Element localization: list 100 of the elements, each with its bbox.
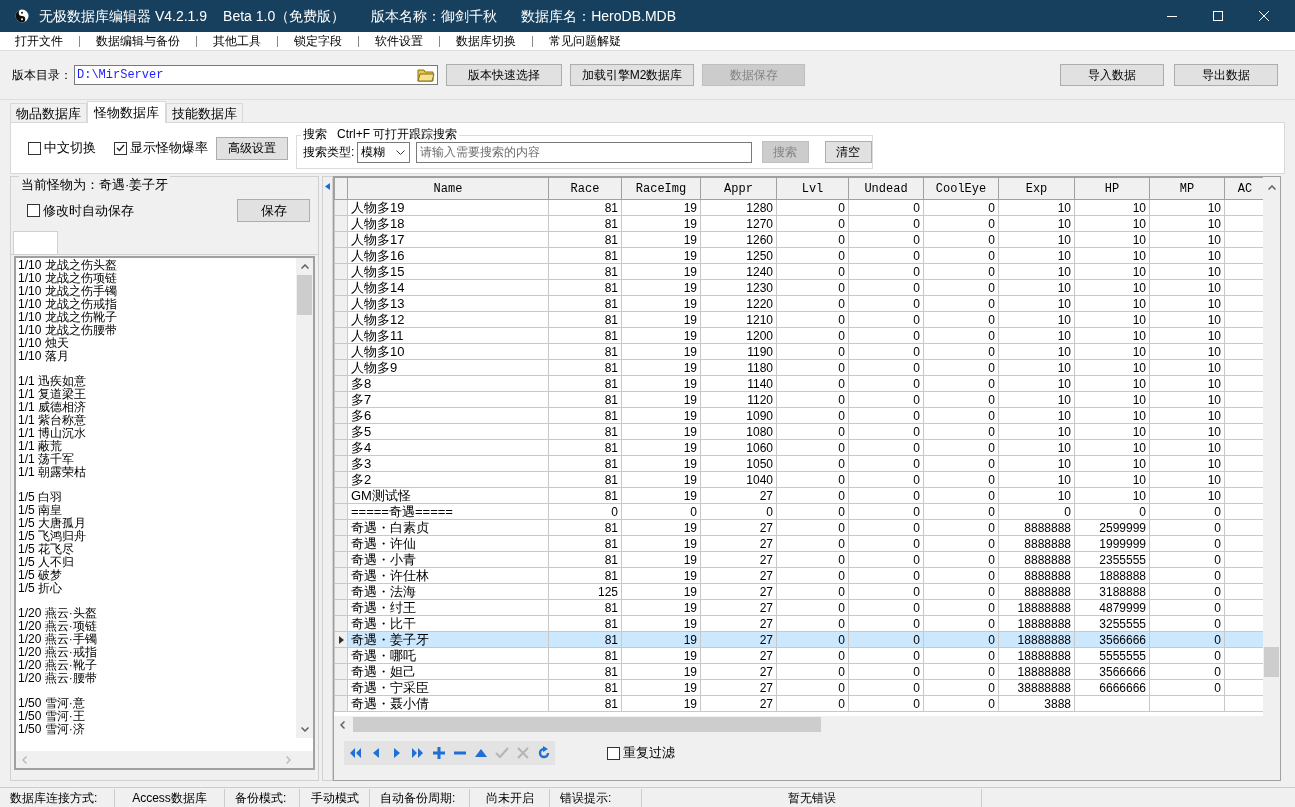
plus-icon[interactable] <box>432 746 446 760</box>
drop-list-item[interactable]: 1/1 紫台称意 <box>18 414 296 427</box>
column-header[interactable]: Lvl <box>776 177 849 200</box>
scroll-up-icon[interactable] <box>1267 185 1276 190</box>
scrollbar-thumb[interactable] <box>297 275 312 315</box>
table-cell: 81 <box>548 263 622 280</box>
drop-list-item[interactable]: 1/1 蔽荒 <box>18 440 296 453</box>
checkbox-option[interactable]: 显示怪物爆率 <box>114 138 208 158</box>
table-cell: 多8 <box>347 375 549 392</box>
column-header[interactable]: CoolEye <box>923 177 999 200</box>
toolbar-button[interactable]: 版本快速选择 <box>446 64 562 86</box>
scrollbar-thumb[interactable] <box>1264 647 1279 677</box>
drop-list-item[interactable]: 1/20 燕云·手镯 <box>18 633 296 646</box>
toolbar-button[interactable]: 导出数据 <box>1174 64 1278 86</box>
column-header[interactable]: MP <box>1149 177 1225 200</box>
checkbox-option[interactable]: 修改时自动保存 <box>27 200 134 221</box>
checkbox-option[interactable]: 重复过滤 <box>607 743 675 763</box>
drop-list-item[interactable]: 1/50 雪河·王 <box>18 710 296 723</box>
column-header[interactable]: Name <box>347 177 549 200</box>
drop-list-item[interactable]: 1/5 折心 <box>18 582 296 595</box>
table-cell: 19 <box>621 663 701 680</box>
table-cell: 0 <box>1149 647 1225 664</box>
table-cell: 0 <box>848 679 924 696</box>
drop-list-item[interactable]: 1/20 燕云·戒指 <box>18 646 296 659</box>
drop-list-item[interactable]: 1/20 燕云·头盔 <box>18 607 296 620</box>
last-record-icon[interactable] <box>411 746 425 760</box>
menu-item[interactable]: 数据编辑与备份 <box>96 32 180 50</box>
drop-list-item[interactable]: 1/10 龙战之伤手镯 <box>18 285 296 298</box>
vertical-scrollbar[interactable] <box>296 258 313 738</box>
table-cell: 10 <box>998 375 1075 392</box>
drop-list-item[interactable]: 1/50 雪河·济 <box>18 723 296 736</box>
column-header[interactable]: RaceImg <box>621 177 701 200</box>
checkbox-option[interactable]: 中文切换 <box>28 138 96 158</box>
drop-list-item[interactable]: 1/10 龙战之伤靴子 <box>18 311 296 324</box>
drop-list-item[interactable]: 1/5 南皇 <box>18 504 296 517</box>
advanced-settings-button[interactable]: 高级设置 <box>216 136 288 160</box>
table-cell: 1080 <box>700 423 777 440</box>
drop-list-item[interactable]: 1/10 龙战之伤戒指 <box>18 298 296 311</box>
table-cell: 6666666 <box>1074 679 1150 696</box>
save-button[interactable]: 保存 <box>237 199 310 222</box>
menu-item[interactable]: 数据库切换 <box>456 32 516 50</box>
column-header[interactable]: AC <box>1224 177 1264 200</box>
tab[interactable]: 怪物数据库 <box>87 101 166 123</box>
tab[interactable]: 物品数据库 <box>10 103 87 122</box>
column-header[interactable]: Undead <box>848 177 924 200</box>
column-header[interactable]: Exp <box>998 177 1075 200</box>
scrollbar-thumb[interactable] <box>353 717 821 732</box>
table-cell: 10 <box>1149 231 1225 248</box>
drop-list-item[interactable]: 1/5 人不归 <box>18 556 296 569</box>
folder-icon[interactable] <box>417 68 435 82</box>
drop-list-item[interactable]: 1/10 龙战之伤腰带 <box>18 324 296 337</box>
scroll-down-icon[interactable] <box>300 727 309 732</box>
first-record-icon[interactable] <box>348 746 362 760</box>
grid-vertical-scrollbar[interactable] <box>1263 177 1280 716</box>
menu-item[interactable]: 打开文件 <box>15 32 63 50</box>
drop-list-item[interactable]: 1/20 燕云·靴子 <box>18 659 296 672</box>
toolbar-button[interactable]: 导入数据 <box>1060 64 1164 86</box>
search-type-dropdown[interactable]: 模糊 <box>357 141 410 163</box>
checkbox[interactable] <box>28 141 41 155</box>
drop-list-item[interactable]: 1/50 雪河·意 <box>18 697 296 710</box>
drop-list-item[interactable]: 1/5 白羽 <box>18 491 296 504</box>
column-header[interactable]: Appr <box>700 177 777 200</box>
drop-list-item[interactable]: 1/10 烛天 <box>18 337 296 350</box>
table-cell: 10 <box>998 231 1075 248</box>
drop-list-item[interactable]: 1/1 威德相济 <box>18 401 296 414</box>
drop-list-item[interactable]: 1/1 朝露荣枯 <box>18 466 296 479</box>
drop-list-item[interactable]: 1/5 飞鸿归舟 <box>18 530 296 543</box>
clear-button[interactable]: 清空 <box>824 141 872 163</box>
toolbar-button[interactable]: 加载引擎M2数据库 <box>570 64 694 86</box>
table-cell: 0 <box>776 279 849 296</box>
menu-item[interactable]: 其他工具 <box>213 32 261 50</box>
checkbox[interactable] <box>114 141 127 155</box>
table-cell: 0 <box>848 215 924 232</box>
directory-field[interactable]: D:\MirServer <box>74 65 438 85</box>
menu-item[interactable]: 锁定字段 <box>294 32 342 50</box>
drop-list-item[interactable]: 1/10 龙战之伤项链 <box>18 272 296 285</box>
menu-item[interactable]: 常见问题解疑 <box>549 32 621 50</box>
drop-list-item[interactable]: 1/5 破梦 <box>18 569 296 582</box>
scroll-up-icon[interactable] <box>300 264 309 269</box>
drop-list-item[interactable]: 1/1 迅疾如意 <box>18 375 296 388</box>
drop-list-item[interactable]: 1/1 复道梁王 <box>18 388 296 401</box>
tab[interactable]: 技能数据库 <box>166 103 243 122</box>
drop-list-item[interactable]: 1/20 燕云·项链 <box>18 620 296 633</box>
column-header[interactable]: HP <box>1074 177 1150 200</box>
drop-list-item[interactable]: 1/10 龙战之伤头盔 <box>18 259 296 272</box>
scroll-left-icon[interactable] <box>340 720 345 729</box>
drop-list-item[interactable]: 1/10 落月 <box>18 350 296 363</box>
column-header[interactable]: Race <box>548 177 622 200</box>
collapse-arrow-icon[interactable] <box>325 183 330 190</box>
drop-list-item[interactable]: 1/5 花飞尽 <box>18 543 296 556</box>
checkbox[interactable] <box>27 204 40 217</box>
search-field[interactable]: 请输入需要搜索的内容 <box>416 141 752 163</box>
drop-list-item[interactable]: 1/20 燕云·腰带 <box>18 672 296 685</box>
drop-list-item[interactable]: 1/1 博山沉水 <box>18 427 296 440</box>
checkbox[interactable] <box>607 746 620 760</box>
menu-item[interactable]: 软件设置 <box>375 32 423 50</box>
table-cell: 0 <box>923 327 999 344</box>
refresh-icon[interactable] <box>537 746 551 760</box>
drop-list-item[interactable]: 1/5 大唐孤月 <box>18 517 296 530</box>
drop-list-item[interactable]: 1/1 荡千军 <box>18 453 296 466</box>
